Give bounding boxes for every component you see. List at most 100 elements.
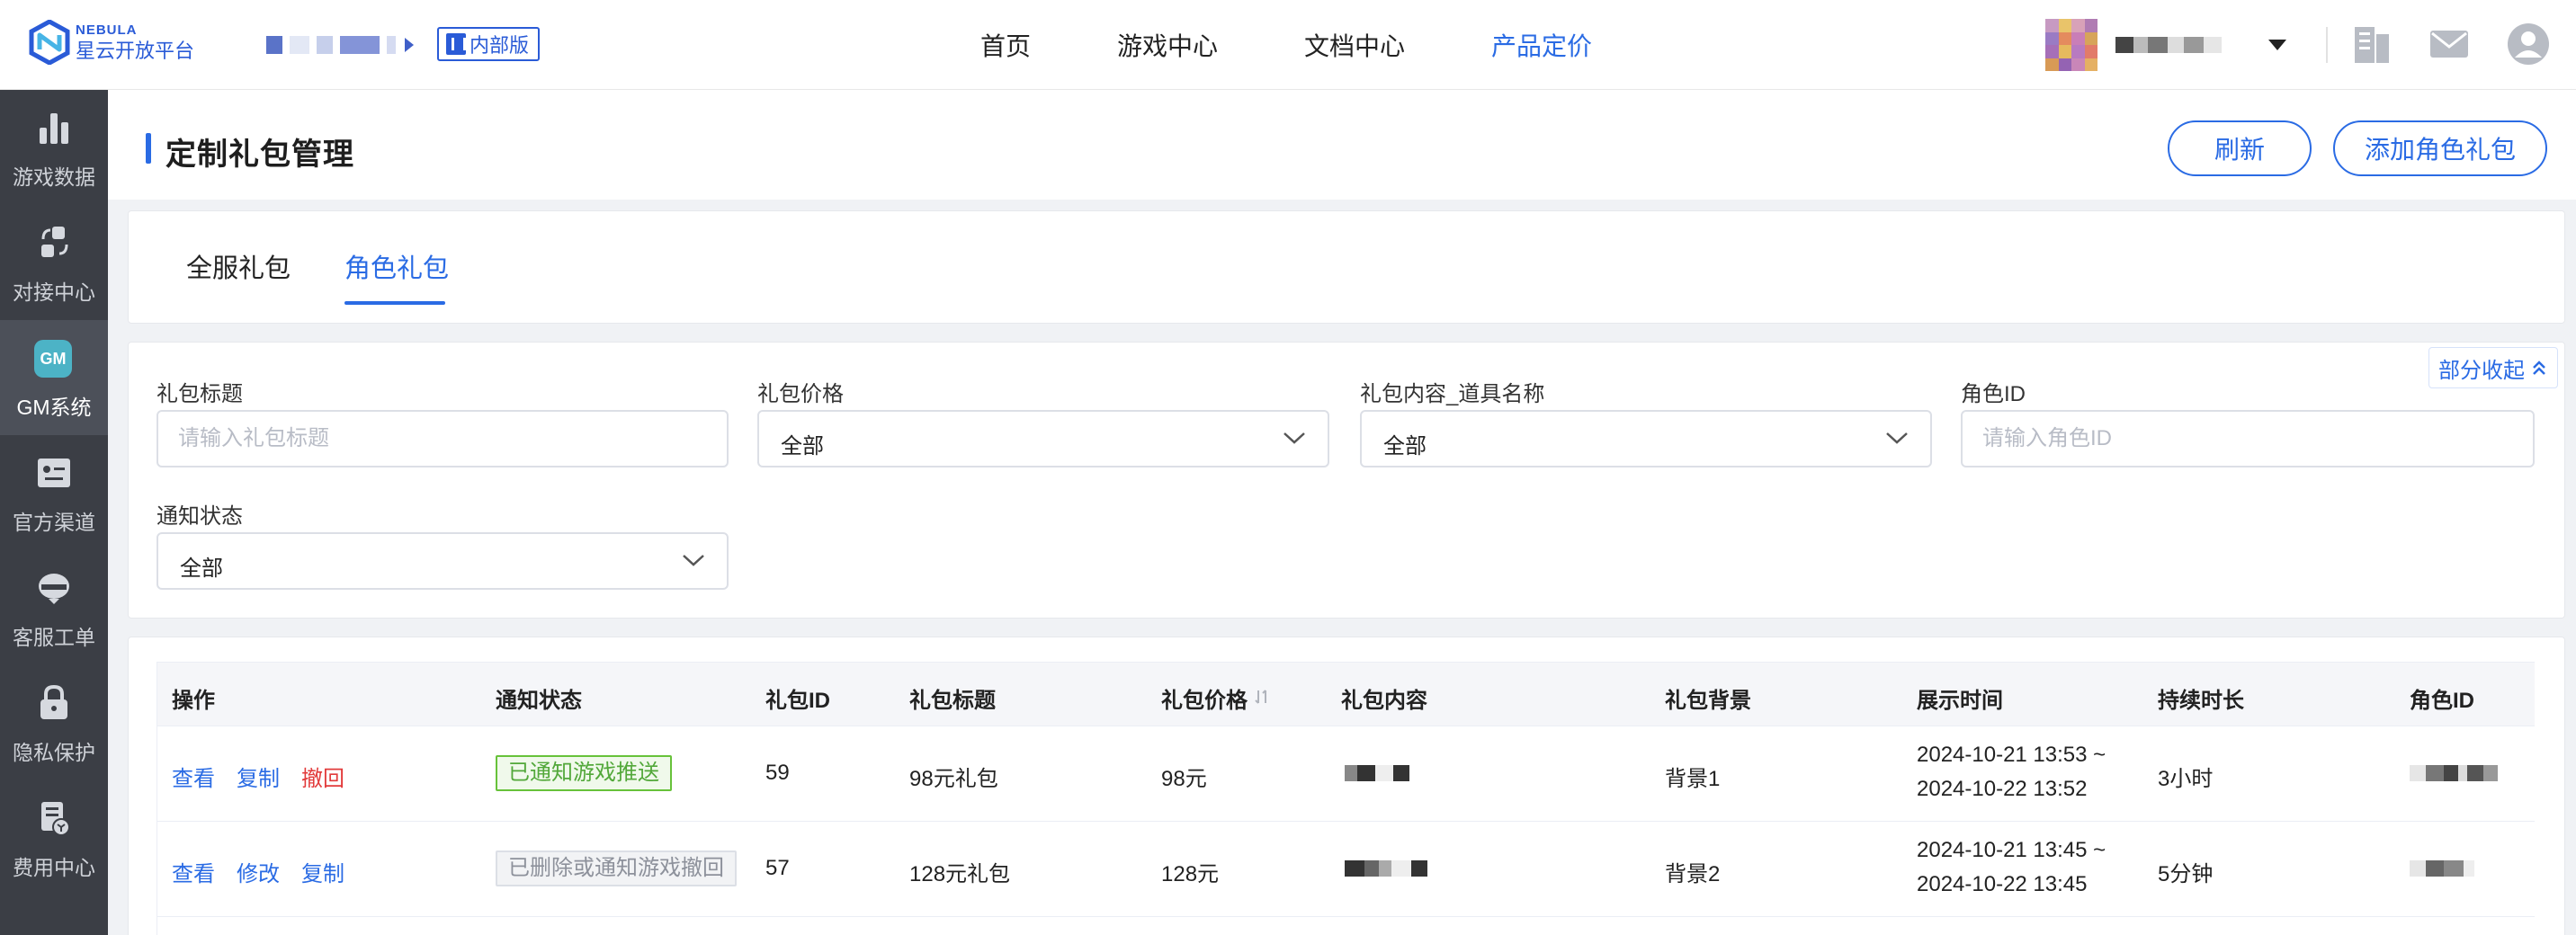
- chevron-up-icon: [2533, 361, 2545, 375]
- headset-icon: [39, 574, 69, 604]
- gm-icon: GM: [34, 340, 72, 378]
- brand-logo[interactable]: NEBULA 星云开放平台: [29, 20, 194, 65]
- column-header: 礼包价格: [1161, 689, 1248, 713]
- gift-price-value: 全部: [781, 434, 824, 459]
- sidebar-item-integration[interactable]: 对接中心: [0, 205, 108, 320]
- caret-down-icon[interactable]: [2268, 40, 2286, 50]
- column-header: 持续时长: [2158, 689, 2244, 713]
- gift-title-label: 礼包标题: [157, 382, 243, 406]
- nav-home[interactable]: 首页: [980, 27, 1031, 63]
- page-header: 定制礼包管理 刷新 添加角色礼包: [108, 90, 2576, 200]
- sidebar: 游戏数据 对接中心 GM GM系统 官方渠道 客服工单 隐私保护 费用中心: [0, 90, 108, 935]
- view-button[interactable]: 查看: [172, 761, 215, 792]
- redacted-gift-content: [1345, 764, 1409, 782]
- gift-id-cell: 59: [765, 761, 790, 785]
- display-time-start: 2024-10-21 13:45 ~: [1917, 838, 2106, 862]
- add-role-gift-button[interactable]: 添加角色礼包: [2333, 120, 2547, 176]
- item-name-label: 礼包内容_道具名称: [1360, 382, 1545, 406]
- copy-button[interactable]: 复制: [237, 761, 280, 792]
- sidebar-item-game-data[interactable]: 游戏数据: [0, 90, 108, 205]
- column-header: 礼包ID: [765, 689, 830, 713]
- lock-icon: [40, 684, 67, 719]
- sidebar-item-label: 隐私保护: [13, 741, 95, 764]
- column-header: 通知状态: [496, 689, 582, 713]
- view-button[interactable]: 查看: [172, 856, 215, 887]
- column-header: 礼包标题: [909, 689, 996, 713]
- column-header: 展示时间: [1917, 689, 2003, 713]
- gift-id-cell: 57: [765, 856, 790, 880]
- gift-price-cell: 98元: [1161, 767, 1207, 791]
- user-menu[interactable]: [2045, 18, 2286, 72]
- sidebar-item-gm-system[interactable]: GM GM系统: [0, 320, 108, 435]
- gift-price-cell: 128元: [1161, 862, 1220, 886]
- status-badge: 已通知游戏推送: [496, 755, 672, 791]
- header-divider: [2326, 27, 2328, 63]
- nav-docs-center[interactable]: 文档中心: [1304, 27, 1405, 63]
- sort-icon[interactable]: [1253, 688, 1271, 706]
- sidebar-item-official-channel[interactable]: 官方渠道: [0, 435, 108, 550]
- gift-price-select[interactable]: 全部: [757, 410, 1329, 468]
- sidebar-item-billing[interactable]: 费用中心: [0, 780, 108, 895]
- redacted-project-name: [266, 36, 416, 54]
- item-name-value: 全部: [1383, 434, 1427, 459]
- billing-icon: [41, 802, 70, 836]
- internal-version-label: 内部版: [470, 34, 530, 57]
- top-header: NEBULA 星云开放平台 内部版 首页 游戏中心 文档中心 产品定价: [0, 0, 2576, 90]
- table-header: 操作 通知状态 礼包ID 礼包标题 礼包价格 礼包内容 礼包背景 展示时间 持续…: [157, 662, 2535, 726]
- gift-background-cell: 背景2: [1665, 862, 1721, 886]
- gift-background-cell: 背景1: [1665, 767, 1721, 791]
- gift-table: 操作 通知状态 礼包ID 礼包标题 礼包价格 礼包内容 礼包背景 展示时间 持续…: [157, 662, 2535, 935]
- collapse-filters-label: 部分收起: [2438, 358, 2525, 383]
- title-accent-bar: [146, 133, 151, 164]
- role-id-input[interactable]: [1961, 410, 2535, 468]
- redacted-username: [2115, 36, 2222, 54]
- gift-title-cell: 128元礼包: [909, 862, 1011, 886]
- edit-button[interactable]: 修改: [237, 856, 280, 887]
- sidebar-item-label: 官方渠道: [13, 511, 95, 534]
- document-icon[interactable]: [2349, 22, 2394, 67]
- sidebar-item-support-tickets[interactable]: 客服工单: [0, 550, 108, 665]
- column-header: 角色ID: [2410, 689, 2474, 713]
- brand-name-cn: 星云开放平台: [76, 40, 195, 62]
- redacted-role-id: [2410, 859, 2474, 877]
- column-header: 操作: [172, 689, 215, 713]
- bar-chart-icon: [40, 113, 68, 144]
- revoke-button[interactable]: 撤回: [301, 761, 344, 792]
- status-badge: 已删除或通知游戏撤回: [496, 850, 737, 886]
- duration-cell: 3小时: [2158, 767, 2214, 791]
- id-card-icon: [38, 459, 70, 487]
- sidebar-item-label: 客服工单: [13, 626, 95, 649]
- nav-game-center[interactable]: 游戏中心: [1117, 27, 1218, 63]
- nebula-logo-icon: [29, 20, 70, 65]
- duration-cell: 5分钟: [2158, 862, 2214, 886]
- tab-server-gift[interactable]: 全服礼包: [186, 247, 291, 285]
- mail-icon[interactable]: [2427, 22, 2472, 67]
- refresh-button[interactable]: 刷新: [2168, 120, 2312, 176]
- table-row: 查看 修改 复制 已删除或通知游戏撤回 57 128元礼包 128元 背景2 2…: [157, 822, 2535, 917]
- notify-status-select[interactable]: 全部: [157, 532, 729, 590]
- chevron-down-icon: [683, 555, 704, 566]
- copy-button[interactable]: 复制: [301, 856, 344, 887]
- collapse-filters-button[interactable]: 部分收起: [2428, 347, 2558, 388]
- gift-title-cell: 98元礼包: [909, 767, 998, 791]
- user-profile-icon[interactable]: [2506, 22, 2551, 67]
- sidebar-item-label: 游戏数据: [13, 165, 95, 189]
- gift-title-input[interactable]: [157, 410, 729, 468]
- sidebar-item-label: 对接中心: [13, 280, 95, 304]
- brand-name-en: NEBULA: [76, 22, 138, 38]
- display-time-end: 2024-10-22 13:45: [1917, 872, 2088, 896]
- table-row: 查看 复制 撤回 已通知游戏推送 59 98元礼包 98元 背景1 2024-1…: [157, 726, 2535, 822]
- tab-role-gift[interactable]: 角色礼包: [344, 247, 449, 285]
- chevron-down-icon: [1284, 432, 1305, 444]
- item-name-select[interactable]: 全部: [1360, 410, 1932, 468]
- avatar[interactable]: [2045, 19, 2097, 71]
- chevron-down-icon: [1886, 432, 1908, 444]
- sidebar-item-privacy[interactable]: 隐私保护: [0, 665, 108, 780]
- nav-pricing[interactable]: 产品定价: [1491, 27, 1592, 63]
- notify-status-value: 全部: [180, 557, 223, 581]
- building-icon: [446, 33, 466, 55]
- notify-status-label: 通知状态: [157, 504, 243, 529]
- redacted-role-id: [2410, 764, 2498, 782]
- chevron-right-icon: [405, 38, 414, 52]
- redacted-gift-content: [1345, 859, 1427, 877]
